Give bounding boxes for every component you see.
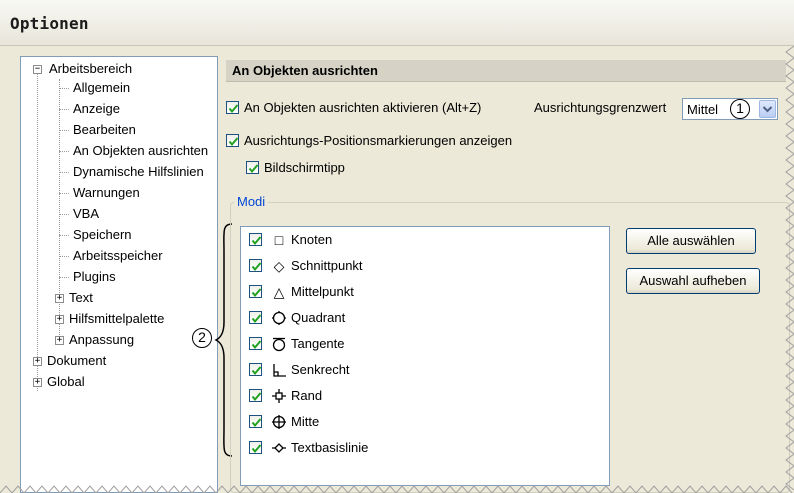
deselect-all-button[interactable]: Auswahl aufheben: [626, 268, 760, 294]
show-markers-label: Ausrichtungs-Positionsmarkierungen anzei…: [244, 133, 513, 148]
tree-item-label: Warnungen: [73, 185, 140, 200]
mode-label: Textbasislinie: [291, 440, 369, 455]
expand-icon[interactable]: +: [33, 378, 42, 387]
checkmark-icon: [251, 418, 262, 428]
mode-item-knoten[interactable]: □ Knoten: [241, 227, 609, 253]
mode-label: Senkrecht: [291, 362, 350, 377]
tree-item-label: Dokument: [47, 353, 107, 368]
mode-item-textbasislinie[interactable]: Textbasislinie: [241, 435, 609, 461]
checkmark-icon: [251, 262, 262, 272]
mode-checkbox[interactable]: [249, 389, 262, 402]
tree-item-label: Anpassung: [69, 332, 135, 347]
chevron-down-icon[interactable]: [759, 100, 776, 118]
checkmark-icon: [251, 392, 262, 402]
mode-label: Tangente: [291, 336, 345, 351]
mode-checkbox[interactable]: [249, 441, 262, 454]
mode-item-quadrant[interactable]: Quadrant: [241, 305, 609, 331]
mode-item-senkrecht[interactable]: Senkrecht: [241, 357, 609, 383]
tree-item-label: Dynamische Hilfslinien: [73, 164, 204, 179]
dialog-title: Optionen: [10, 14, 89, 33]
enable-snap-label: An Objekten ausrichten aktivieren (Alt+Z…: [244, 100, 482, 115]
mode-checkbox[interactable]: [249, 311, 262, 324]
expand-icon[interactable]: +: [55, 336, 64, 345]
threshold-value: Mittel: [687, 102, 719, 117]
tree-item-label: Bearbeiten: [73, 122, 136, 137]
checkmark-icon: [228, 137, 239, 147]
expand-icon[interactable]: +: [33, 357, 42, 366]
panel-header: An Objekten ausrichten: [226, 60, 786, 82]
tree-item-label: Anzeige: [73, 101, 120, 116]
callout-1: 1: [730, 99, 750, 119]
torn-edge: [0, 485, 793, 493]
mode-checkbox[interactable]: [249, 285, 262, 298]
mode-item-mittelpunkt[interactable]: △ Mittelpunkt: [241, 279, 609, 305]
checkmark-icon: [251, 444, 262, 454]
mode-item-rand[interactable]: Rand: [241, 383, 609, 409]
title-bar: Optionen: [0, 0, 794, 46]
threshold-label: Ausrichtungsgrenzwert: [534, 100, 667, 115]
tree-connector: [37, 71, 38, 391]
perpendicular-icon: [271, 362, 287, 378]
tree-item-label: Plugins: [73, 269, 116, 284]
mode-label: Knoten: [291, 232, 333, 247]
tooltip-label: Bildschirmtipp: [264, 160, 345, 175]
diamond-icon: ◇: [273, 258, 285, 274]
mode-item-tangente[interactable]: Tangente: [241, 331, 609, 357]
mode-checkbox[interactable]: [249, 415, 262, 428]
checkmark-icon: [251, 314, 262, 324]
expand-icon[interactable]: +: [55, 294, 64, 303]
callout-2: 2: [192, 328, 212, 348]
tangent-icon: [271, 336, 287, 352]
checkmark-icon: [251, 366, 262, 376]
enable-snap-checkbox[interactable]: [226, 101, 239, 114]
checkmark-icon: [248, 164, 259, 174]
mode-item-schnittpunkt[interactable]: ◇ Schnittpunkt: [241, 253, 609, 279]
options-tree[interactable]: − Arbeitsbereich Allgemein Anzeige Bearb…: [20, 56, 218, 493]
tree-item-label: Hilfsmittelpalette: [69, 311, 165, 326]
quadrant-icon: [271, 310, 287, 326]
mode-checkbox[interactable]: [249, 259, 262, 272]
checkmark-icon: [228, 104, 239, 114]
mode-label: Quadrant: [291, 310, 346, 325]
checkmark-icon: [251, 288, 262, 298]
edge-icon: [271, 388, 287, 404]
tree-connector: [59, 79, 60, 345]
tooltip-checkbox[interactable]: [246, 161, 259, 174]
tree-item-label: Text: [69, 290, 93, 305]
checkmark-icon: [251, 236, 262, 246]
checkmark-icon: [251, 340, 262, 350]
select-all-button[interactable]: Alle auswählen: [626, 228, 756, 254]
tree-item-label: Allgemein: [73, 80, 131, 95]
tree-item-label: An Objekten ausrichten: [73, 143, 209, 158]
mode-label: Mitte: [291, 414, 320, 429]
modes-group-title: Modi: [234, 194, 269, 209]
center-icon: [271, 414, 287, 430]
modes-list[interactable]: □ Knoten ◇ Schnittpunkt △ Mittelpunkt Qu…: [240, 226, 610, 486]
tree-item-label: Global: [47, 374, 85, 389]
tree-item-label: Speichern: [73, 227, 132, 242]
options-dialog: Optionen − Arbeitsbereich Allgemein Anze…: [0, 0, 794, 493]
mode-item-mitte[interactable]: Mitte: [241, 409, 609, 435]
mode-label: Rand: [291, 388, 323, 403]
tree-item-label: Arbeitsbereich: [49, 61, 133, 76]
mode-label: Schnittpunkt: [291, 258, 363, 273]
tree-item-label: VBA: [73, 206, 100, 221]
expand-icon[interactable]: +: [55, 315, 64, 324]
torn-edge: [785, 46, 794, 491]
text-baseline-icon: [271, 440, 287, 456]
show-markers-checkbox[interactable]: [226, 134, 239, 147]
square-icon: □: [274, 232, 284, 248]
mode-checkbox[interactable]: [249, 363, 262, 376]
tree-item-label: Arbeitsspeicher: [73, 248, 163, 263]
triangle-icon: △: [273, 284, 285, 300]
mode-checkbox[interactable]: [249, 337, 262, 350]
collapse-icon[interactable]: −: [33, 65, 42, 74]
mode-label: Mittelpunkt: [291, 284, 354, 299]
mode-checkbox[interactable]: [249, 233, 262, 246]
panel-title: An Objekten ausrichten: [232, 63, 378, 78]
